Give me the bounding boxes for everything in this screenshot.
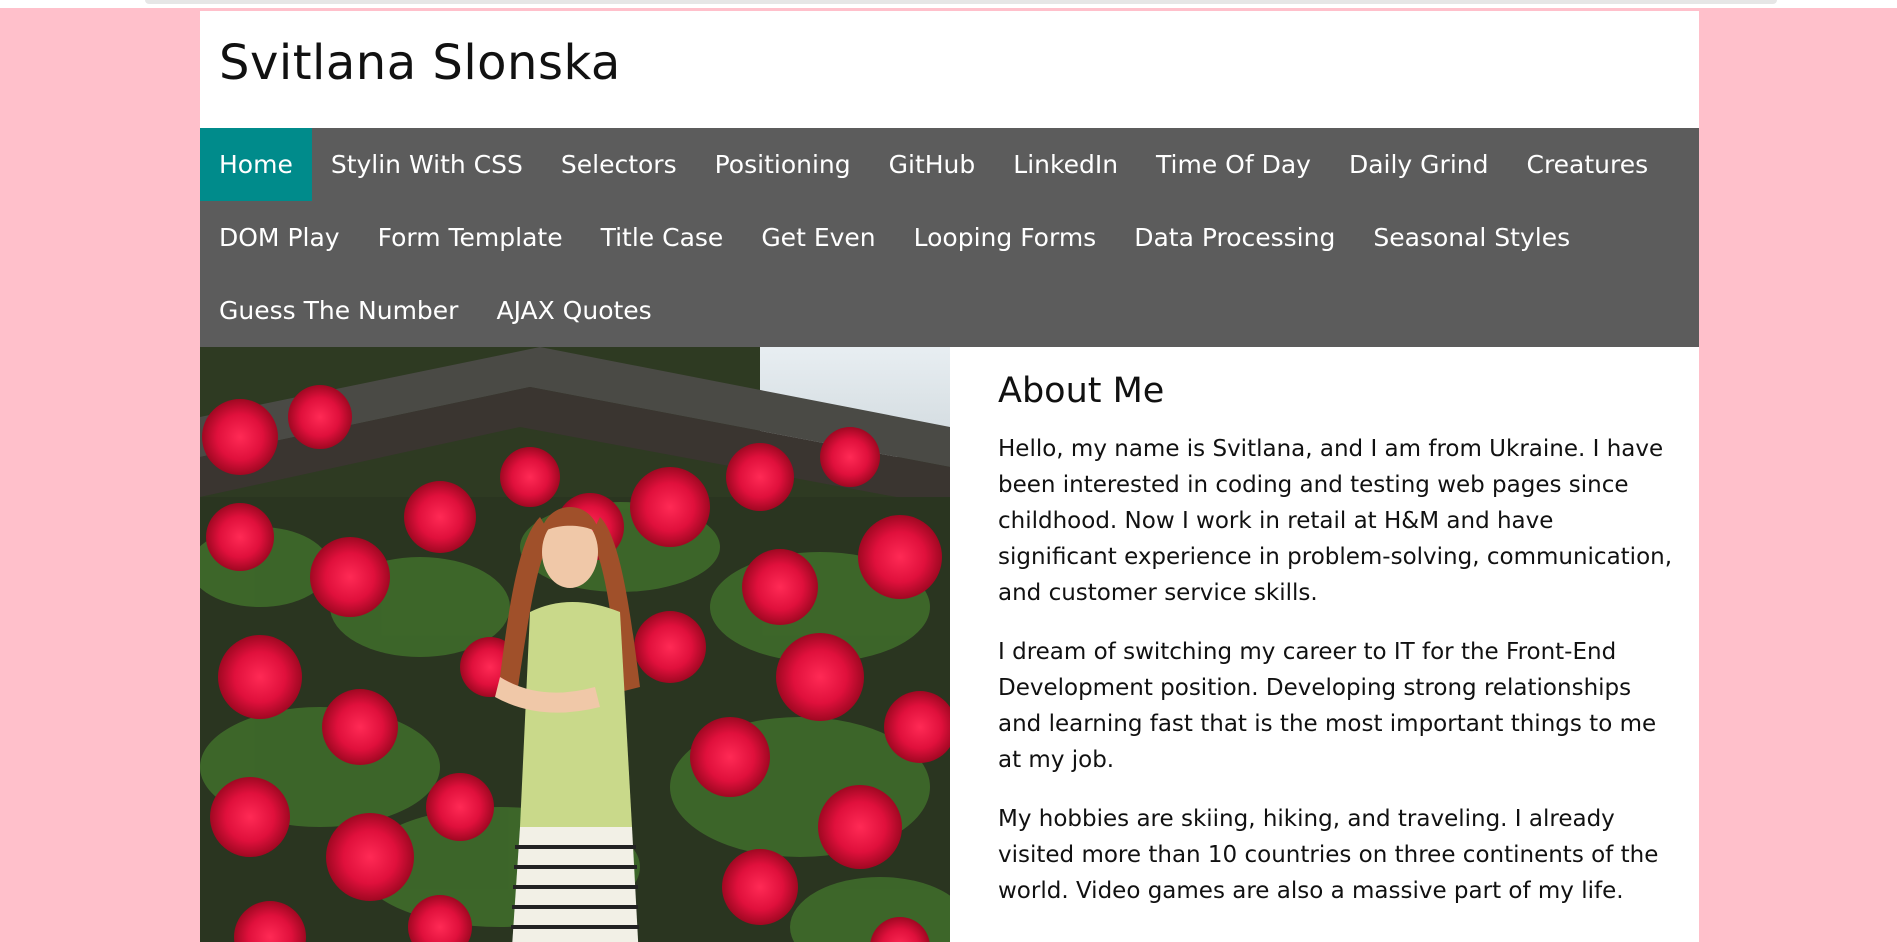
nav-item-seasonal-styles[interactable]: Seasonal Styles — [1354, 201, 1589, 274]
nav-list: Home Stylin With CSS Selectors Positioning G… — [200, 128, 1699, 347]
about-paragraph-3: My hobbies are skiing, hiking, and trave… — [998, 806, 1659, 904]
nav-item-linkedin[interactable]: LinkedIn — [994, 128, 1137, 201]
nav-item-looping-forms[interactable]: Looping Forms — [895, 201, 1116, 274]
nav-item-creatures[interactable]: Creatures — [1507, 128, 1667, 201]
nav-item-daily-grind[interactable]: Daily Grind — [1330, 128, 1508, 201]
nav-item-positioning[interactable]: Positioning — [696, 128, 870, 201]
nav-item-title-case[interactable]: Title Case — [582, 201, 743, 274]
about-section: About Me Hello, my name is Svitlana, and… — [950, 347, 1699, 942]
about-paragraph-2: I dream of switching my career to IT for… — [998, 639, 1657, 773]
page-container: Svitlana Slonska Home Stylin With CSS Sele… — [200, 11, 1699, 942]
nav-item-ajax-quotes[interactable]: AJAX Quotes — [477, 274, 670, 347]
site-header: Svitlana Slonska — [200, 11, 1699, 128]
main-navigation: Home Stylin With CSS Selectors Positioning G… — [200, 128, 1699, 347]
nav-item-selectors[interactable]: Selectors — [542, 128, 696, 201]
nav-item-stylin-with-css[interactable]: Stylin With CSS — [312, 128, 542, 201]
about-paragraph-1: Hello, my name is Svitlana, and I am fro… — [998, 436, 1673, 606]
browser-top-strip — [0, 0, 1897, 8]
nav-item-data-processing[interactable]: Data Processing — [1115, 201, 1354, 274]
nav-item-form-template[interactable]: Form Template — [359, 201, 582, 274]
browser-scroll-indicator — [145, 0, 1777, 4]
nav-item-time-of-day[interactable]: Time Of Day — [1137, 128, 1330, 201]
nav-item-github[interactable]: GitHub — [870, 128, 995, 201]
nav-item-get-even[interactable]: Get Even — [742, 201, 894, 274]
nav-item-guess-the-number[interactable]: Guess The Number — [200, 274, 477, 347]
nav-item-dom-play[interactable]: DOM Play — [200, 201, 359, 274]
profile-photo — [200, 347, 950, 942]
site-title: Svitlana Slonska — [219, 35, 621, 91]
profile-photo-illustration — [200, 347, 950, 942]
about-heading: About Me — [998, 371, 1165, 411]
main-content: About Me Hello, my name is Svitlana, and… — [200, 347, 1699, 942]
nav-item-home[interactable]: Home — [200, 128, 312, 201]
